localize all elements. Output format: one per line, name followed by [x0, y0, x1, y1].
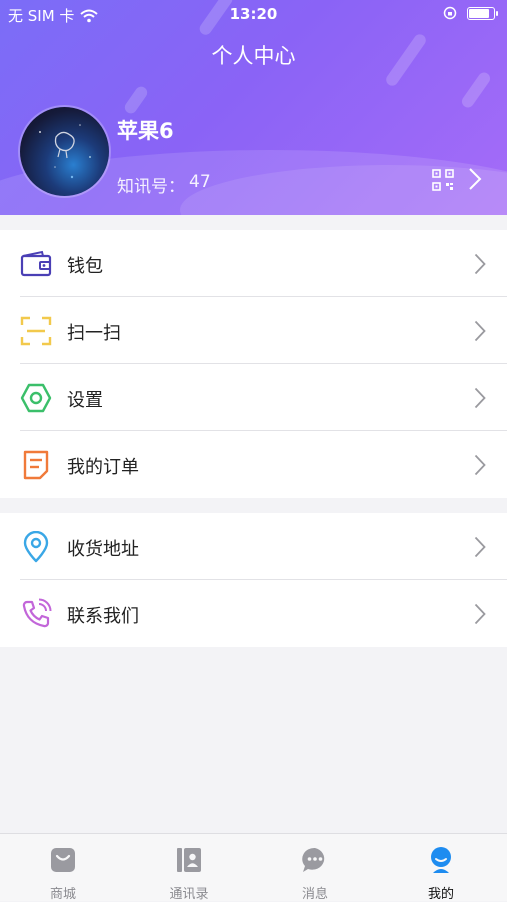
profile-header: 无 SIM 卡 13:20 个人中心 苹果6 知讯号： 47 — [0, 0, 507, 215]
username: 苹果6 — [117, 119, 174, 143]
profile-icon — [431, 847, 451, 873]
user-id-label: 知讯号： — [117, 177, 185, 197]
menu-group-2: 收货地址 联系我们 — [0, 513, 507, 647]
scan-icon — [20, 316, 52, 346]
tab-shop[interactable]: 商城 — [0, 834, 126, 902]
orientation-lock-icon — [443, 6, 457, 20]
tab-contacts[interactable]: 通讯录 — [126, 834, 252, 902]
user-id: 知讯号： 47 — [117, 172, 211, 197]
menu-item-label: 钱包 — [67, 256, 103, 277]
avatar-art — [39, 124, 91, 179]
tab-label: 商城 — [49, 887, 76, 902]
menu-item-wallet[interactable]: 钱包 — [0, 230, 507, 297]
header-streak — [459, 70, 493, 110]
message-icon — [302, 847, 325, 872]
menu-item-settings[interactable]: 设置 — [0, 364, 507, 431]
menu-item-contact[interactable]: 联系我们 — [0, 580, 507, 647]
menu-item-label: 我的订单 — [67, 457, 139, 478]
chevron-right-icon — [474, 320, 486, 342]
avatar[interactable] — [20, 107, 109, 196]
tab-messages[interactable]: 消息 — [252, 834, 378, 902]
page-title: 个人中心 — [211, 44, 296, 68]
tab-label: 我的 — [427, 887, 454, 902]
qr-code-icon[interactable] — [432, 169, 454, 191]
user-id-value: 47 — [189, 172, 211, 192]
menu-item-scan[interactable]: 扫一扫 — [0, 297, 507, 364]
chevron-right-icon — [474, 536, 486, 558]
menu-item-label: 联系我们 — [67, 606, 139, 627]
contacts-icon — [177, 848, 201, 872]
chevron-right-icon — [474, 387, 486, 409]
chevron-right-icon — [474, 253, 486, 275]
settings-icon — [20, 383, 52, 413]
tab-bar: 商城 通讯录 消息 我的 — [0, 833, 507, 902]
shop-icon — [51, 848, 75, 872]
battery-icon — [467, 6, 498, 20]
header-streak — [122, 84, 150, 116]
tab-profile[interactable]: 我的 — [378, 834, 504, 902]
menu-group-1: 钱包 扫一扫 设置 我的订单 — [0, 230, 507, 498]
status-bar: 无 SIM 卡 13:20 — [0, 0, 507, 30]
wallet-icon — [20, 250, 52, 277]
menu-item-label: 扫一扫 — [67, 323, 121, 344]
menu-item-label: 收货地址 — [67, 539, 139, 560]
chevron-right-icon — [474, 603, 486, 625]
phone-icon — [22, 598, 52, 628]
menu-item-label: 设置 — [67, 390, 103, 411]
menu-item-orders[interactable]: 我的订单 — [0, 431, 507, 498]
location-icon — [23, 531, 49, 563]
tab-label: 消息 — [301, 887, 328, 902]
menu-item-address[interactable]: 收货地址 — [0, 513, 507, 580]
profile-chevron-icon[interactable] — [468, 167, 482, 191]
chevron-right-icon — [474, 454, 486, 476]
tab-label: 通讯录 — [169, 887, 209, 902]
order-icon — [23, 450, 49, 480]
status-time: 13:20 — [229, 5, 278, 23]
